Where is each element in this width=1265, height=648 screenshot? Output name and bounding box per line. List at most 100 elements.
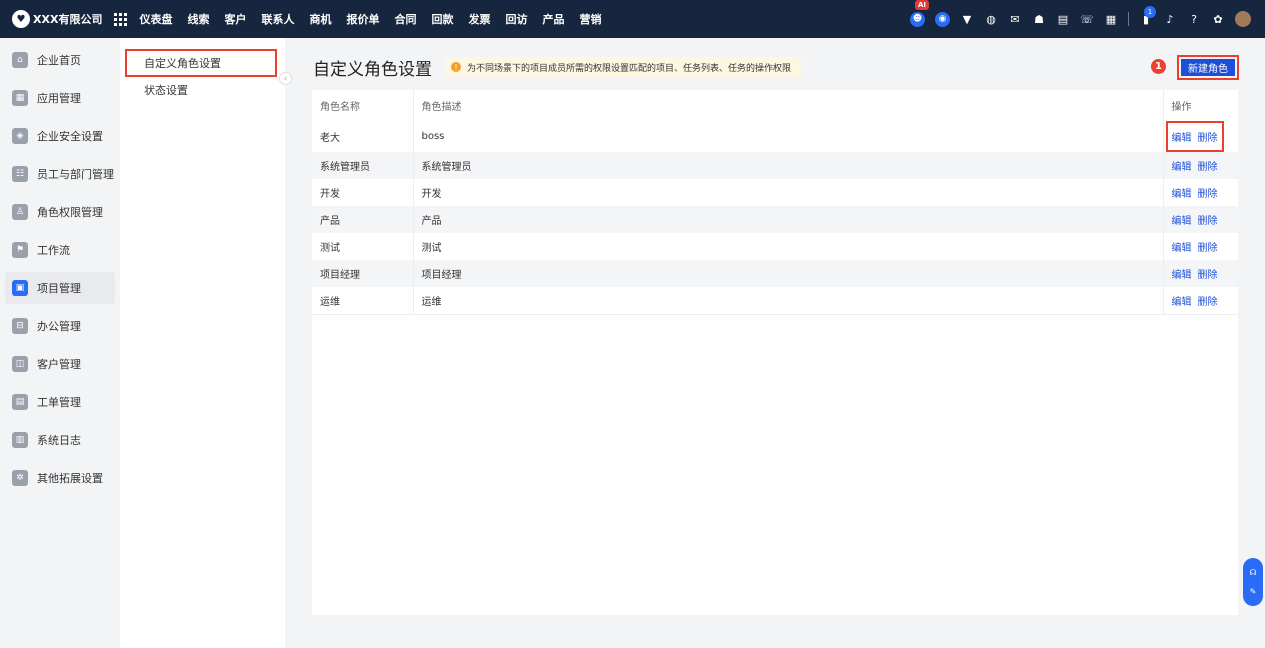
notes-icon[interactable]: ▮ 1 — [1139, 6, 1156, 26]
sidebar-item-projects[interactable]: ▣ 项目管理 — [5, 272, 115, 304]
hint-text: 为不同场景下的项目成员所需的权限设置匹配的项目、任务列表、任务的操作权限 — [467, 63, 792, 74]
main-nav: 仪表盘 线索 客户 联系人 商机 报价单 合同 回款 发票 回访 产品 营销 — [139, 11, 616, 27]
delete-link[interactable]: 删除 — [1198, 270, 1218, 281]
role-name: 运维 — [312, 287, 414, 315]
nav-invoices[interactable]: 发票 — [468, 11, 490, 27]
project-icon: ▣ — [12, 280, 28, 296]
step-marker-1: 1 — [1151, 59, 1166, 74]
new-role-highlight: 新建角色 — [1177, 55, 1239, 80]
delete-link[interactable]: 删除 — [1198, 243, 1218, 254]
delete-link[interactable]: 删除 — [1198, 216, 1218, 227]
document-icon[interactable]: ▤ — [1056, 12, 1070, 26]
sidebar-item-home[interactable]: ⌂ 企业首页 — [5, 44, 115, 76]
sidebar-item-roles[interactable]: ♙ 角色权限管理 — [5, 196, 115, 228]
customer-service-icon[interactable]: ☊ — [1249, 568, 1256, 577]
notification-count: 1 — [1144, 6, 1156, 18]
nav-marketing[interactable]: 营销 — [579, 11, 601, 27]
apps-icon: ▦ — [12, 90, 28, 106]
sub-sidebar: 自定义角色设置 状态设置 — [120, 38, 285, 648]
phone-icon[interactable]: ☏ — [1080, 12, 1094, 26]
nav-visits[interactable]: 回访 — [505, 11, 527, 27]
nav-quotes[interactable]: 报价单 — [346, 11, 379, 27]
floating-toolbar[interactable]: ☊ ✎ — [1243, 558, 1263, 606]
row-actions: 编辑 删除 — [1162, 152, 1238, 179]
role-description: boss — [421, 131, 445, 142]
hint-banner: ! 为不同场景下的项目成员所需的权限设置匹配的项目、任务列表、任务的操作权限 — [445, 57, 802, 77]
table-row: 运维 运维 编辑 删除 — [312, 287, 1238, 315]
top-navbar: ♥ XXX有限公司 仪表盘 线索 客户 联系人 商机 报价单 合同 回款 发票 … — [0, 0, 1265, 38]
calendar-icon[interactable]: ▦ — [1104, 12, 1118, 26]
log-icon: ▥ — [12, 432, 28, 448]
user-icon[interactable]: ☗ — [1032, 12, 1046, 26]
sidebar-item-label: 工单管理 — [37, 396, 81, 409]
nav-customers[interactable]: 客户 — [224, 11, 246, 27]
sidebar-item-label: 办公管理 — [37, 320, 81, 333]
delete-link[interactable]: 删除 — [1198, 189, 1218, 200]
subnav-custom-roles[interactable]: 自定义角色设置 — [125, 49, 277, 77]
sidebar-item-tickets[interactable]: ▤ 工单管理 — [5, 386, 115, 418]
edit-link[interactable]: 编辑 — [1172, 133, 1192, 144]
edit-link[interactable]: 编辑 — [1172, 243, 1192, 254]
delete-link[interactable]: 删除 — [1198, 297, 1218, 308]
globe-icon[interactable]: ◍ — [984, 12, 998, 26]
avatar[interactable] — [1235, 11, 1251, 27]
nav-opportunities[interactable]: 商机 — [309, 11, 331, 27]
sidebar-item-logs[interactable]: ▥ 系统日志 — [5, 424, 115, 456]
pin-icon[interactable]: ▼ — [960, 12, 974, 26]
new-role-button[interactable]: 新建角色 — [1181, 59, 1235, 76]
actions-highlight: 编辑 删除 — [1165, 121, 1224, 152]
sidebar-item-apps[interactable]: ▦ 应用管理 — [5, 82, 115, 114]
row-actions: 编辑 删除 — [1162, 260, 1238, 287]
chat-icon[interactable]: ◉ — [935, 11, 950, 27]
shield-icon: ◈ — [12, 128, 28, 144]
subnav-status-settings[interactable]: 状态设置 — [125, 76, 277, 104]
mail-icon[interactable]: ✉ — [1008, 12, 1022, 26]
delete-link[interactable]: 删除 — [1198, 133, 1218, 144]
nav-payments[interactable]: 回款 — [431, 11, 453, 27]
main-content: 自定义角色设置 ! 为不同场景下的项目成员所需的权限设置匹配的项目、任务列表、任… — [285, 38, 1265, 648]
sidebar-item-staff[interactable]: ☷ 员工与部门管理 — [5, 158, 115, 190]
top-toolbar: ☻ AI ◉ ▼ ◍ ✉ ☗ ▤ ☏ ▦ ▮ 1 ♪ ? ✿ — [910, 0, 1251, 38]
sidebar-item-office[interactable]: ⊟ 办公管理 — [5, 310, 115, 342]
column-header-actions: 操作 — [1162, 90, 1238, 121]
sidebar-item-label: 系统日志 — [37, 434, 81, 447]
edit-link[interactable]: 编辑 — [1172, 270, 1192, 281]
app-grid-icon[interactable] — [114, 12, 128, 26]
sidebar-item-label: 企业安全设置 — [37, 130, 103, 143]
table-header-row: 角色名称 角色描述 操作 — [312, 90, 1238, 121]
nav-dashboard[interactable]: 仪表盘 — [139, 11, 172, 27]
company-name: XXX有限公司 — [33, 13, 103, 26]
help-icon[interactable]: ? — [1187, 12, 1201, 26]
role-name: 系统管理员 — [312, 152, 414, 179]
gear-icon[interactable]: ✿ — [1211, 12, 1225, 26]
bell-icon[interactable]: ♪ — [1163, 12, 1177, 26]
column-header-name: 角色名称 — [312, 90, 414, 121]
row-actions: 编辑 删除 — [1162, 121, 1238, 152]
ai-assistant-icon[interactable]: ☻ AI — [910, 0, 930, 27]
edit-link[interactable]: 编辑 — [1172, 162, 1192, 173]
table-row: 老大 boss 编辑 删除 — [312, 121, 1238, 152]
role-name: 测试 — [312, 233, 414, 260]
edit-link[interactable]: 编辑 — [1172, 216, 1192, 227]
sidebar-item-label: 客户管理 — [37, 358, 81, 371]
edit-link[interactable]: 编辑 — [1172, 297, 1192, 308]
nav-contacts[interactable]: 联系人 — [261, 11, 294, 27]
logo-icon: ♥ — [12, 10, 30, 28]
nav-leads[interactable]: 线索 — [187, 11, 209, 27]
sidebar-item-customers[interactable]: ◫ 客户管理 — [5, 348, 115, 380]
nav-contracts[interactable]: 合同 — [394, 11, 416, 27]
toolbar-divider — [1128, 12, 1129, 26]
sidebar-item-workflow[interactable]: ⚑ 工作流 — [5, 234, 115, 266]
role-description: 项目经理 — [413, 260, 1163, 287]
sidebar-item-extensions[interactable]: ✲ 其他拓展设置 — [5, 462, 115, 494]
role-name: 产品 — [312, 206, 414, 233]
row-actions: 编辑 删除 — [1162, 233, 1238, 260]
company-logo[interactable]: ♥ XXX有限公司 — [12, 10, 102, 28]
delete-link[interactable]: 删除 — [1198, 162, 1218, 173]
sidebar-item-security[interactable]: ◈ 企业安全设置 — [5, 120, 115, 152]
edit-link[interactable]: 编辑 — [1172, 189, 1192, 200]
page-title: 自定义角色设置 — [313, 60, 432, 80]
role-description: 测试 — [421, 243, 442, 254]
feedback-icon[interactable]: ✎ — [1250, 587, 1257, 596]
nav-products[interactable]: 产品 — [542, 11, 564, 27]
